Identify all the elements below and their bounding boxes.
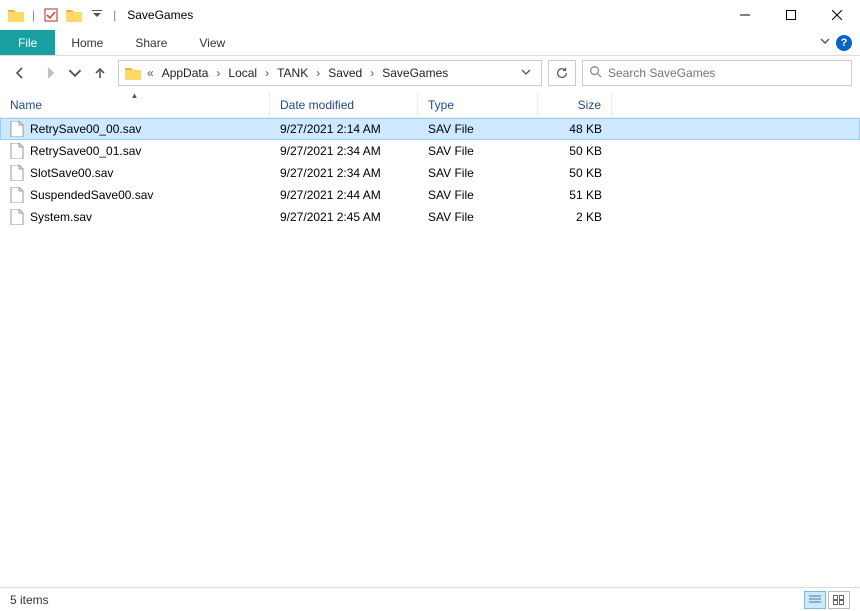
file-date: 9/27/2021 2:34 AM xyxy=(270,140,418,162)
address-dropdown-icon[interactable] xyxy=(515,66,537,80)
file-type: SAV File xyxy=(418,206,538,228)
qat-properties-icon[interactable] xyxy=(41,5,61,25)
address-bar[interactable]: « AppData › Local › TANK › Saved › SaveG… xyxy=(118,60,542,86)
recent-locations-button[interactable] xyxy=(68,61,82,85)
file-name: System.sav xyxy=(30,210,92,224)
breadcrumb-saved[interactable]: Saved xyxy=(324,61,366,85)
ribbon-tabs: File Home Share View ? xyxy=(0,30,860,56)
file-type: SAV File xyxy=(418,140,538,162)
file-icon xyxy=(10,121,24,137)
file-type: SAV File xyxy=(418,162,538,184)
file-date: 9/27/2021 2:34 AM xyxy=(270,162,418,184)
file-size: 50 KB xyxy=(538,140,612,162)
breadcrumb-tank[interactable]: TANK xyxy=(273,61,312,85)
file-row[interactable]: RetrySave00_01.sav 9/27/2021 2:34 AMSAV F… xyxy=(0,140,860,162)
tab-view[interactable]: View xyxy=(183,30,241,55)
up-button[interactable] xyxy=(88,61,112,85)
file-row[interactable]: SuspendedSave00.sav 9/27/2021 2:44 AMSAV … xyxy=(0,184,860,206)
file-size: 48 KB xyxy=(538,118,612,140)
view-details-button[interactable] xyxy=(804,591,826,609)
file-date: 9/27/2021 2:14 AM xyxy=(270,118,418,140)
qat-new-folder-icon[interactable] xyxy=(64,5,84,25)
tab-home[interactable]: Home xyxy=(55,30,119,55)
address-folder-icon xyxy=(123,66,143,80)
chevron-right-icon[interactable]: › xyxy=(212,61,224,85)
navbar: « AppData › Local › TANK › Saved › SaveG… xyxy=(0,56,860,92)
file-date: 9/27/2021 2:44 AM xyxy=(270,184,418,206)
minimize-button[interactable] xyxy=(722,0,768,30)
sort-ascending-icon: ▲ xyxy=(131,91,139,100)
tab-file[interactable]: File xyxy=(0,30,55,55)
file-row[interactable]: RetrySave00_00.sav 9/27/2021 2:14 AMSAV F… xyxy=(0,118,860,140)
chevron-right-icon[interactable]: › xyxy=(261,61,273,85)
file-row[interactable]: SlotSave00.sav 9/27/2021 2:34 AMSAV File5… xyxy=(0,162,860,184)
search-icon xyxy=(589,65,602,81)
status-bar: 5 items xyxy=(0,587,860,611)
column-name[interactable]: Name ▲ xyxy=(0,92,270,117)
status-count: 5 items xyxy=(10,593,49,607)
file-name: RetrySave00_00.sav xyxy=(30,122,141,136)
breadcrumb-savegames[interactable]: SaveGames xyxy=(378,61,452,85)
maximize-button[interactable] xyxy=(768,0,814,30)
help-icon[interactable]: ? xyxy=(836,35,852,51)
column-headers: Name ▲ Date modified Type Size xyxy=(0,92,860,118)
breadcrumb-appdata[interactable]: AppData xyxy=(158,61,213,85)
file-name: RetrySave00_01.sav xyxy=(30,144,141,158)
file-row[interactable]: System.sav 9/27/2021 2:45 AMSAV File2 KB xyxy=(0,206,860,228)
window-title: SaveGames xyxy=(119,8,193,22)
refresh-button[interactable] xyxy=(548,60,576,86)
file-name: SuspendedSave00.sav xyxy=(30,188,153,202)
file-list: RetrySave00_00.sav9/27/2021 2:14 AMSAV F… xyxy=(0,118,860,228)
column-type[interactable]: Type xyxy=(418,92,538,117)
breadcrumb-overflow[interactable]: « xyxy=(143,61,158,85)
app-folder-icon xyxy=(6,5,26,25)
ribbon-expand-icon[interactable] xyxy=(818,34,832,51)
back-button[interactable] xyxy=(8,61,32,85)
column-date[interactable]: Date modified xyxy=(270,92,418,117)
file-date: 9/27/2021 2:45 AM xyxy=(270,206,418,228)
file-icon xyxy=(10,143,24,159)
file-type: SAV File xyxy=(418,184,538,206)
chevron-right-icon[interactable]: › xyxy=(366,61,378,85)
chevron-right-icon[interactable]: › xyxy=(312,61,324,85)
view-large-icons-button[interactable] xyxy=(828,591,850,609)
breadcrumb-local[interactable]: Local xyxy=(224,61,261,85)
qat-customize-icon[interactable] xyxy=(87,5,107,25)
close-button[interactable] xyxy=(814,0,860,30)
file-name: SlotSave00.sav xyxy=(30,166,113,180)
search-box[interactable] xyxy=(582,60,852,86)
file-icon xyxy=(10,187,24,203)
file-size: 2 KB xyxy=(538,206,612,228)
tab-share[interactable]: Share xyxy=(119,30,183,55)
file-type: SAV File xyxy=(418,118,538,140)
file-icon xyxy=(10,209,24,225)
forward-button[interactable] xyxy=(38,61,62,85)
qat-separator: | xyxy=(29,8,38,22)
search-input[interactable] xyxy=(608,66,845,80)
column-name-label: Name xyxy=(10,98,42,112)
qat-separator-2: | xyxy=(110,8,119,22)
file-icon xyxy=(10,165,24,181)
file-size: 50 KB xyxy=(538,162,612,184)
titlebar: | | SaveGames xyxy=(0,0,860,30)
file-size: 51 KB xyxy=(538,184,612,206)
column-size[interactable]: Size xyxy=(538,92,612,117)
